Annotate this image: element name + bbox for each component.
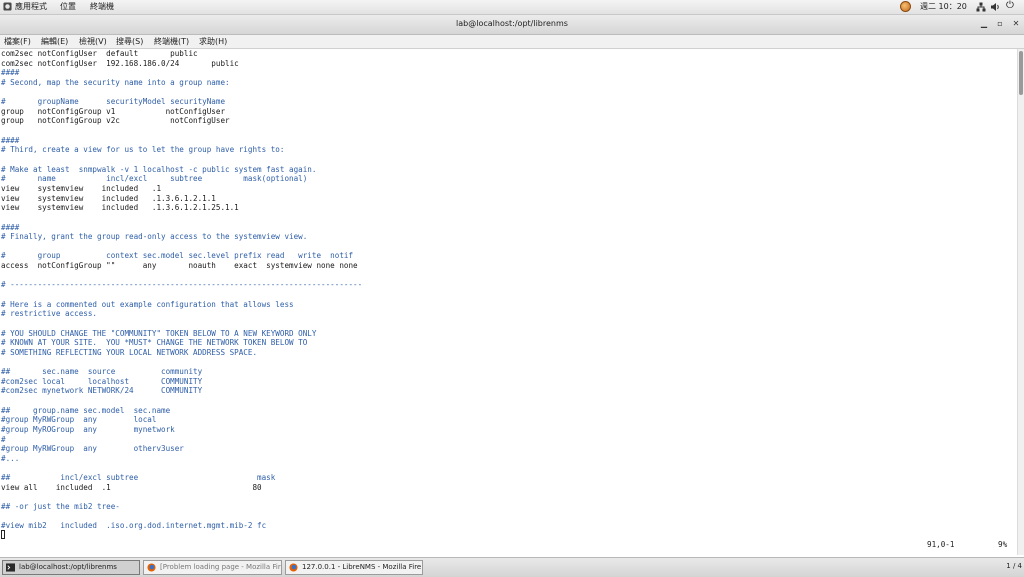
- menu-help[interactable]: 求助(H): [199, 37, 227, 47]
- terminal-icon: [6, 563, 15, 572]
- terminal-line: # Make at least snmpwalk -v 1 localhost …: [1, 164, 317, 174]
- window-titlebar[interactable]: lab@localhost:/opt/librenms ▁ ▫ ✕: [0, 15, 1024, 35]
- terminal-line: #group MyRWGroup any otherv3user: [1, 444, 184, 454]
- workspace-indicator[interactable]: 1 / 4: [996, 562, 1022, 570]
- terminal-line: # YOU SHOULD CHANGE THE "COMMUNITY" TOKE…: [1, 328, 317, 338]
- terminal-line: # Second, map the security name into a g…: [1, 77, 230, 87]
- terminal-line: ####: [1, 68, 20, 78]
- network-icon[interactable]: [976, 2, 986, 12]
- terminal-line: # restrictive access.: [1, 309, 98, 319]
- menu-file[interactable]: 檔案(F): [4, 37, 31, 47]
- volume-icon[interactable]: [990, 2, 1001, 12]
- taskbar-item-firefox-problem[interactable]: [Problem loading page - Mozilla Fire···: [143, 560, 282, 575]
- scrollbar[interactable]: [1017, 49, 1024, 555]
- terminal-line: view systemview included .1.3.6.1.2.1.1: [1, 193, 216, 203]
- terminal-line: # Finally, grant the group read-only acc…: [1, 232, 308, 242]
- menu-view[interactable]: 檢視(V): [79, 37, 107, 47]
- terminal-line: ## sec.name source community: [1, 367, 203, 377]
- taskbar-item-firefox-librenms[interactable]: 127.0.0.1 - LibreNMS - Mozilla Fire···: [285, 560, 423, 575]
- terminal-line: ## -or just the mib2 tree-: [1, 502, 120, 512]
- terminal-line: # group context sec.model sec.level pref…: [1, 251, 354, 261]
- terminal-line: #com2sec mynetwork NETWORK/24 COMMUNITY: [1, 386, 203, 396]
- terminal-line: # KNOWN AT YOUR SITE. YOU *MUST* CHANGE …: [1, 338, 308, 348]
- places-menu[interactable]: 位置: [60, 2, 76, 12]
- terminal-line: # name incl/excl subtree mask(optional): [1, 174, 308, 184]
- terminal-line: # Third, create a view for us to let the…: [1, 145, 285, 155]
- terminal-line: # Here is a commented out example config…: [1, 299, 294, 309]
- terminal-line: # SOMETHING REFLECTING YOUR LOCAL NETWOR…: [1, 347, 258, 357]
- scroll-percent: 9%: [998, 540, 1008, 549]
- taskbar-item-label: [Problem loading page - Mozilla Fire···: [160, 563, 282, 571]
- menu-edit[interactable]: 編輯(E): [41, 37, 68, 47]
- taskbar-item-label: 127.0.0.1 - LibreNMS - Mozilla Fire···: [302, 563, 423, 571]
- menu-bar: 檔案(F) 編輯(E) 檢視(V) 搜尋(S) 終端機(T) 求助(H): [0, 35, 1024, 49]
- text-cursor: [1, 530, 5, 539]
- taskbar: lab@localhost:/opt/librenms [Problem loa…: [0, 557, 1024, 577]
- taskbar-item-terminal[interactable]: lab@localhost:/opt/librenms: [2, 560, 140, 575]
- user-avatar[interactable]: [900, 1, 911, 12]
- terminal-line: #com2sec local localhost COMMUNITY: [1, 376, 203, 386]
- terminal-line: #group MyROGroup any mynetwork: [1, 424, 175, 434]
- top-bar: 應用程式 位置 終端機 週二 10：20 ⏻: [0, 0, 1024, 15]
- window-title: lab@localhost:/opt/librenms: [456, 19, 568, 28]
- cursor-position: 91,0-1: [927, 540, 955, 549]
- applications-menu[interactable]: 應用程式: [15, 2, 47, 12]
- minimize-button[interactable]: ▁: [978, 18, 990, 30]
- menu-terminal[interactable]: 終端機(T): [154, 37, 189, 47]
- terminal-line: ####: [1, 222, 20, 232]
- applications-icon[interactable]: [3, 2, 12, 11]
- terminal-line: access notConfigGroup "" any noauth exac…: [1, 261, 358, 271]
- terminal-line: view systemview included .1: [1, 183, 162, 193]
- menu-search[interactable]: 搜尋(S): [116, 37, 143, 47]
- terminal-line: group notConfigGroup v1 notConfigUser: [1, 106, 226, 116]
- terminal-line: com2sec notConfigUser 192.168.186.0/24 p…: [1, 58, 239, 68]
- terminal-line: group notConfigGroup v2c notConfigUser: [1, 116, 230, 126]
- scrollbar-thumb[interactable]: [1019, 51, 1023, 95]
- terminal-text: com2sec notConfigUser default public com2…: [1, 49, 1013, 531]
- terminal-area[interactable]: com2sec notConfigUser default public com2…: [0, 49, 1017, 555]
- terminal-line: com2sec notConfigUser default public: [1, 49, 198, 58]
- power-icon[interactable]: ⏻: [1006, 1, 1014, 11]
- clock[interactable]: 週二 10：20: [920, 2, 967, 12]
- terminal-line: # --------------------------------------…: [1, 280, 363, 290]
- terminal-line: #: [1, 434, 6, 444]
- firefox-icon: [147, 563, 156, 572]
- terminal-app-menu[interactable]: 終端機: [90, 2, 114, 12]
- terminal-line: ## incl/excl subtree mask: [1, 473, 276, 483]
- terminal-line: #...: [1, 453, 20, 463]
- terminal-line: #group MyRWGroup any local: [1, 415, 157, 425]
- terminal-line: ####: [1, 135, 20, 145]
- terminal-line: ## group.name sec.model sec.name: [1, 405, 171, 415]
- terminal-line: view all included .1 80: [1, 482, 262, 492]
- terminal-line: # groupName securityModel securityName: [1, 97, 226, 107]
- firefox-icon: [289, 563, 298, 572]
- taskbar-item-label: lab@localhost:/opt/librenms: [19, 563, 117, 571]
- maximize-button[interactable]: ▫: [994, 18, 1006, 30]
- close-button[interactable]: ✕: [1010, 18, 1022, 30]
- terminal-line: view systemview included .1.3.6.1.2.1.25…: [1, 203, 239, 213]
- terminal-line: #view mib2 included .iso.org.dod.interne…: [1, 521, 267, 531]
